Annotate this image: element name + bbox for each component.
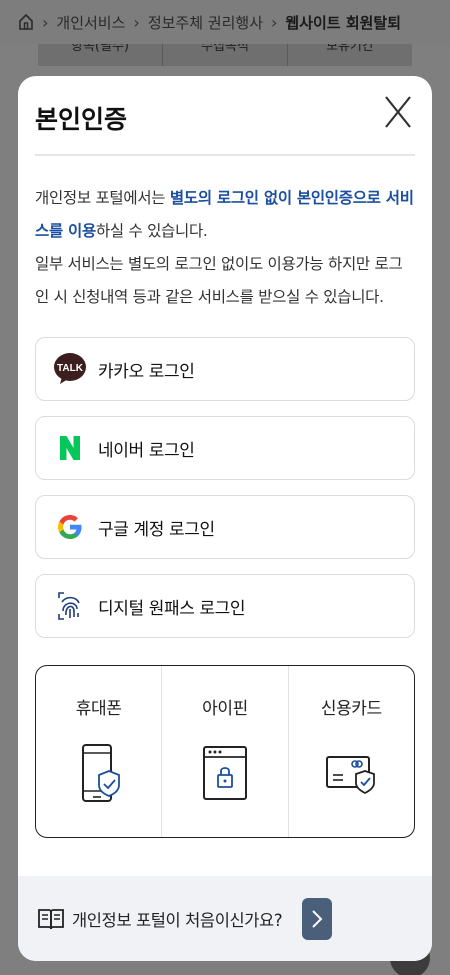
- breadcrumb-separator-icon: ›: [133, 12, 140, 32]
- book-icon: [38, 908, 64, 929]
- intro-text-part: 하실 수 있습니다.: [95, 222, 208, 240]
- table-header-cell: 수집목적: [163, 44, 288, 66]
- google-login-button[interactable]: 구글 계정 로그인: [35, 495, 415, 559]
- close-icon[interactable]: [383, 92, 413, 132]
- table-header-cell: 항목(필수): [38, 44, 163, 66]
- kakao-login-button[interactable]: TALK 카카오 로그인: [35, 337, 415, 401]
- naver-login-button[interactable]: 네이버 로그인: [35, 416, 415, 480]
- login-label: 구글 계정 로그인: [98, 519, 215, 540]
- first-visit-label[interactable]: 개인정보 포털이 처음이신가요?: [72, 907, 283, 931]
- google-icon: [52, 509, 88, 545]
- intro-text-part: 개인정보 포털에서는: [35, 189, 170, 207]
- login-label: 카카오 로그인: [98, 361, 195, 382]
- intro-text: 개인정보 포털에서는 별도의 로그인 없이 본인인증으로 서비스를 이용하실 수…: [35, 182, 415, 314]
- breadcrumb-item[interactable]: 정보주체 권리행사: [148, 12, 263, 33]
- digital-onepass-login-button[interactable]: 디지털 원패스 로그인: [35, 574, 415, 638]
- first-visit-arrow-button[interactable]: [302, 897, 333, 940]
- breadcrumb-separator-icon: ›: [42, 12, 49, 32]
- phone-shield-icon: [81, 744, 120, 802]
- breadcrumb-current: 웹사이트 회원탈퇴: [285, 13, 402, 32]
- phone-auth-button[interactable]: 휴대폰: [36, 666, 163, 837]
- intro-text-part: 일부 서비스는 별도의 로그인 없이도 이용가능 하지만 로그인 시 신청내역 …: [35, 255, 403, 306]
- svg-text:TALK: TALK: [57, 363, 84, 374]
- login-label: 디지털 원패스 로그인: [98, 598, 246, 619]
- chevron-right-icon: [312, 909, 323, 928]
- auth-modal: 본인인증 개인정보 포털에서는 별도의 로그인 없이 본인인증으로 서비스를 이…: [18, 76, 432, 961]
- background-table-header: 항목(필수) 수집목적 보유기간: [38, 44, 412, 66]
- ipin-lock-icon: [202, 746, 247, 800]
- fingerprint-icon: [52, 588, 88, 624]
- table-header-cell: 보유기간: [326, 44, 374, 54]
- breadcrumb-separator-icon: ›: [271, 12, 278, 32]
- modal-title: 본인인증: [35, 105, 128, 134]
- credit-card-auth-button[interactable]: 신용카드: [289, 666, 414, 837]
- method-label: 휴대폰: [75, 699, 122, 719]
- method-label: 신용카드: [320, 699, 382, 719]
- method-label: 아이핀: [202, 699, 248, 719]
- modal-header: 본인인증: [35, 76, 415, 156]
- kakao-talk-icon: TALK: [52, 351, 88, 387]
- card-shield-icon: [326, 756, 376, 795]
- breadcrumb-item[interactable]: 개인서비스: [56, 12, 125, 33]
- breadcrumb: › 개인서비스 › 정보주체 권리행사 › 웹사이트 회원탈퇴: [0, 0, 450, 44]
- auth-method-group: 휴대폰 아이핀 신용카드: [35, 665, 415, 838]
- login-label: 네이버 로그인: [98, 440, 195, 461]
- ipin-auth-button[interactable]: 아이핀: [162, 666, 289, 837]
- first-visit-banner: 개인정보 포털이 처음이신가요?: [18, 876, 432, 961]
- home-icon[interactable]: [18, 13, 34, 31]
- naver-icon: [52, 430, 88, 466]
